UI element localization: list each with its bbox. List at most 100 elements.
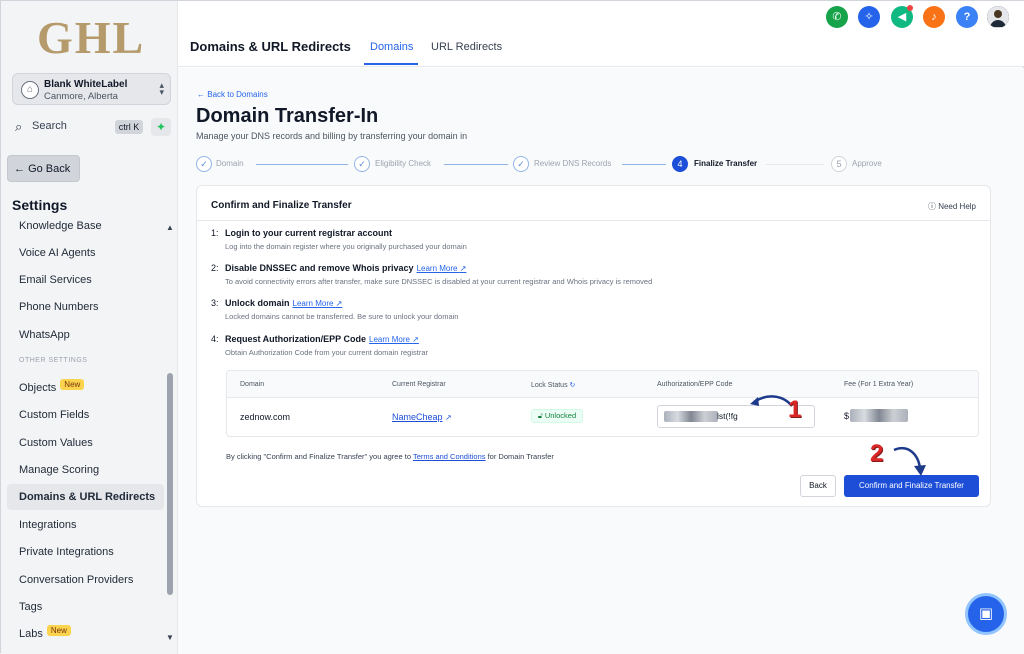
auth-code-value: lst(!fg	[717, 411, 738, 421]
nav-label: Objects	[19, 382, 57, 394]
step-number-current: 4	[672, 156, 688, 172]
help-icon[interactable]: ?	[956, 6, 978, 28]
go-back-label: Go Back	[28, 163, 71, 175]
user-avatar[interactable]	[987, 6, 1009, 28]
phone-icon[interactable]: ✆	[826, 6, 848, 28]
nav-label: WhatsApp	[19, 329, 70, 341]
sidebar-item-custom-fields[interactable]: Custom Fields	[7, 402, 164, 428]
sidebar-item-voice-ai-agents[interactable]: Voice AI Agents	[7, 240, 164, 266]
ai-spark-icon[interactable]: ✦	[151, 118, 171, 136]
location-icon: ⌂	[21, 81, 39, 99]
step-connector	[766, 164, 824, 165]
sidebar-item-private-integrations[interactable]: Private Integrations	[7, 539, 164, 565]
step-number: 3:	[211, 298, 219, 308]
scroll-down-icon[interactable]: ▼	[166, 633, 174, 642]
active-tab-indicator	[364, 63, 418, 65]
search-shortcut: ctrl K	[115, 120, 143, 134]
col-lock-status: Lock Status ↻	[531, 381, 575, 389]
sidebar-item-custom-values[interactable]: Custom Values	[7, 430, 164, 456]
sidebar-item-phone-numbers[interactable]: Phone Numbers	[7, 294, 164, 320]
refresh-icon[interactable]: ↻	[570, 382, 576, 389]
instruction-title-text: Login to your current registrar account	[225, 228, 393, 238]
lock-status-label: Unlocked	[544, 411, 577, 420]
settings-heading: Settings	[12, 197, 68, 213]
status-badge: 🔓︎ Unlocked	[531, 409, 583, 423]
step-check-icon: ✓	[354, 156, 370, 172]
sidebar-item-knowledge-base[interactable]: Knowledge Base	[7, 213, 164, 239]
sidebar-item-conversation-providers[interactable]: Conversation Providers	[7, 567, 164, 593]
step-finalize-label: Finalize Transfer	[694, 159, 758, 168]
annotation-number-1: 1	[788, 396, 802, 423]
col-registrar: Current Registrar	[392, 381, 446, 388]
step-domain-label: Domain	[216, 159, 244, 168]
top-header: Domains & URL Redirects Domains URL Redi…	[178, 1, 1024, 67]
domain-cell: zednow.com	[240, 412, 291, 422]
step-connector	[622, 164, 666, 165]
terms-link[interactable]: Terms and Conditions	[413, 452, 486, 461]
external-link-icon: ↗	[459, 264, 467, 273]
registrar-label: NameCheap	[392, 412, 443, 422]
back-to-domains-link[interactable]: ← Back to Domains	[197, 90, 268, 99]
instruction-title: Unlock domain Learn More ↗	[225, 298, 342, 308]
instruction-desc: Obtain Authorization Code from your curr…	[225, 348, 429, 357]
col-lock-label: Lock Status	[531, 382, 568, 389]
sidebar-scrollbar[interactable]	[167, 373, 173, 595]
need-help-link[interactable]: ⓘ Need Help	[928, 201, 976, 212]
learn-more-link[interactable]: Learn More ↗	[417, 264, 467, 273]
new-badge: New	[60, 379, 85, 390]
instruction-title: Login to your current registrar account	[225, 228, 392, 238]
table-header: Domain Current Registrar Lock Status ↻ A…	[227, 371, 978, 398]
col-fee: Fee (For 1 Extra Year)	[844, 381, 914, 388]
sidebar-item-whatsapp[interactable]: WhatsApp	[7, 322, 164, 348]
sidebar-item-integrations[interactable]: Integrations	[7, 512, 164, 538]
terms-text: By clicking "Confirm and Finalize Transf…	[226, 452, 554, 461]
instruction-title: Disable DNSSEC and remove Whois privacy L…	[225, 263, 466, 273]
learn-more-label: Learn More	[292, 299, 334, 308]
terms-suffix: for Domain Transfer	[487, 452, 554, 461]
learn-more-label: Learn More	[369, 335, 410, 344]
domain-table: Domain Current Registrar Lock Status ↻ A…	[226, 370, 979, 437]
chat-widget-button[interactable]: ▣	[965, 593, 1007, 635]
back-button[interactable]: Back	[800, 475, 836, 497]
step-eligibility-label: Eligibility Check	[375, 159, 432, 168]
tab-domains[interactable]: Domains	[370, 41, 413, 53]
nav-label: Integrations	[19, 519, 77, 531]
sidebar-item-objects[interactable]: Objects New	[7, 375, 164, 401]
sidebar-item-labs[interactable]: Labs New	[7, 621, 164, 647]
tab-url-redirects[interactable]: URL Redirects	[431, 41, 502, 53]
instruction-desc: Locked domains cannot be transferred. Be…	[225, 312, 459, 321]
nav-label: Domains & URL Redirects	[19, 491, 156, 503]
magic-icon[interactable]: ✧	[858, 6, 880, 28]
learn-more-link[interactable]: Learn More ↗	[369, 335, 419, 344]
app-window: GHL ⌂ Blank WhiteLabel Canmore, Alberta …	[0, 0, 1024, 654]
instruction-title-text: Unlock domain	[225, 298, 290, 308]
card-title: Confirm and Finalize Transfer	[211, 200, 352, 211]
help-circle-icon: ⓘ	[927, 202, 936, 211]
external-link-icon: ↗	[412, 335, 419, 344]
nav-label: Conversation Providers	[19, 574, 134, 586]
fee-prefix: $	[844, 411, 850, 421]
terms-prefix: By clicking "Confirm and Finalize Transf…	[226, 452, 411, 461]
nav-label: Custom Fields	[19, 409, 90, 421]
external-link-icon: ↗	[335, 299, 343, 308]
col-auth-code: Authorization/EPP Code	[657, 381, 733, 388]
nav-label: Knowledge Base	[19, 220, 102, 232]
go-back-button[interactable]: ← Go Back	[7, 155, 80, 182]
new-badge: New	[46, 625, 71, 636]
scroll-up-icon[interactable]: ▲	[166, 223, 174, 232]
card-divider	[197, 220, 990, 221]
sidebar-item-tags[interactable]: Tags	[7, 594, 164, 620]
settings-nav: Knowledge Base Voice AI Agents Email Ser…	[1, 213, 166, 651]
redacted-auth-code	[664, 411, 718, 422]
bell-icon[interactable]: ♪	[923, 6, 945, 28]
sidebar-item-manage-scoring[interactable]: Manage Scoring	[7, 457, 164, 483]
registrar-link[interactable]: NameCheap ↗	[392, 412, 452, 422]
sidebar-item-domains[interactable]: Domains & URL Redirects	[7, 484, 164, 510]
step-check-icon: ✓	[513, 156, 529, 172]
learn-more-link[interactable]: Learn More ↗	[293, 299, 343, 308]
need-help-label: Need Help	[938, 202, 976, 211]
fee-cell: $	[844, 411, 849, 421]
account-switcher[interactable]: ⌂ Blank WhiteLabel Canmore, Alberta ▴ ▾	[12, 73, 171, 105]
notification-dot	[907, 5, 913, 11]
sidebar-item-email-services[interactable]: Email Services	[7, 267, 164, 293]
